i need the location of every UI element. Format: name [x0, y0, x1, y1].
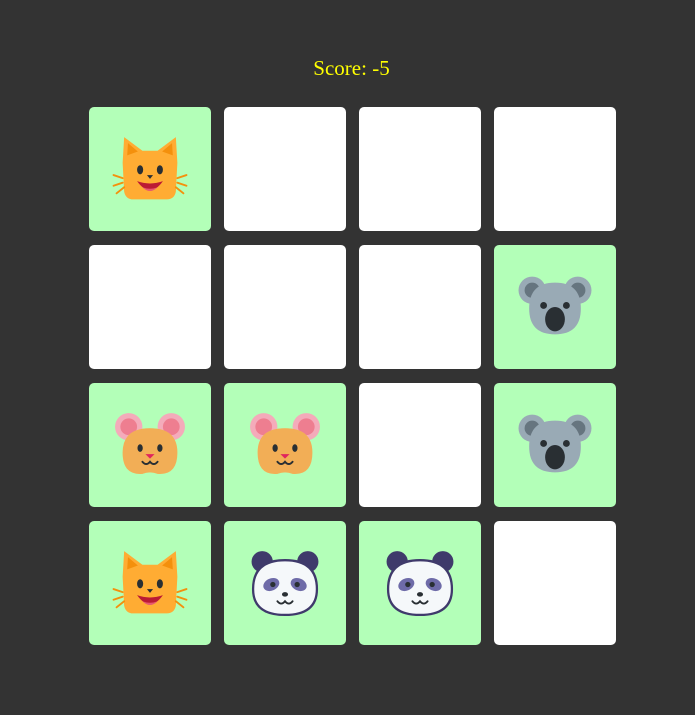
cat-icon: [112, 131, 188, 207]
panda-icon: [247, 545, 323, 621]
card-matched-cat[interactable]: [89, 107, 211, 231]
card-matched-panda[interactable]: [359, 521, 481, 645]
card-hidden[interactable]: [359, 245, 481, 369]
card-hidden[interactable]: [224, 245, 346, 369]
card-matched-mouse[interactable]: [224, 383, 346, 507]
mouse-icon: [247, 407, 323, 483]
card-matched-cat[interactable]: [89, 521, 211, 645]
koala-icon: [517, 269, 593, 345]
card-hidden[interactable]: [224, 107, 346, 231]
card-hidden[interactable]: [359, 107, 481, 231]
card-hidden[interactable]: [494, 521, 616, 645]
memory-board: [89, 107, 616, 645]
card-matched-koala[interactable]: [494, 383, 616, 507]
panda-icon: [382, 545, 458, 621]
cat-icon: [112, 545, 188, 621]
mouse-icon: [112, 407, 188, 483]
score-label: Score: -5: [313, 56, 390, 80]
card-matched-mouse[interactable]: [89, 383, 211, 507]
koala-icon: [517, 407, 593, 483]
card-hidden[interactable]: [359, 383, 481, 507]
card-hidden[interactable]: [89, 245, 211, 369]
card-hidden[interactable]: [494, 107, 616, 231]
card-matched-panda[interactable]: [224, 521, 346, 645]
card-matched-koala[interactable]: [494, 245, 616, 369]
